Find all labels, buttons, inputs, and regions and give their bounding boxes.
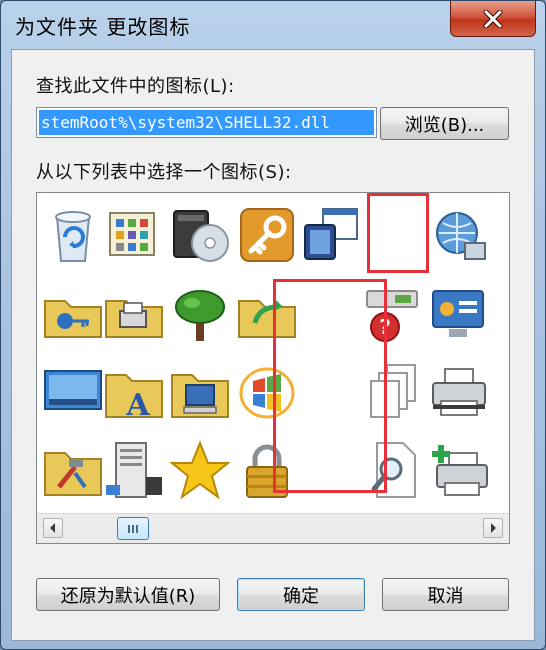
control-panel-icon[interactable] (102, 203, 166, 267)
star-icon[interactable] (168, 439, 232, 503)
fonts-folder-icon[interactable]: A (102, 361, 166, 425)
arrow-left-icon (50, 523, 55, 533)
ok-button[interactable]: 确定 (237, 578, 365, 611)
dialog-window: 为文件夹 更改图标 查找此文件中的图标(L): stemRoot%\system… (0, 0, 546, 650)
scroll-left-button[interactable] (43, 518, 63, 538)
close-icon (483, 9, 503, 28)
monitor-icon[interactable] (41, 361, 105, 425)
dialog-client-area: 查找此文件中的图标(L): stemRoot%\system32\SHELL32… (11, 49, 535, 641)
tree-icon[interactable] (168, 283, 232, 347)
select-icon-label: 从以下列表中选择一个图标(S): (36, 162, 292, 183)
printer-partial-icon[interactable] (491, 439, 509, 503)
control-panel-display-icon[interactable] (427, 283, 491, 347)
browse-button[interactable]: 浏览(B)... (380, 107, 509, 140)
find-icons-label: 查找此文件中的图标(L): (36, 76, 235, 97)
arrow-right-icon (491, 523, 496, 533)
grip-icon (128, 524, 138, 533)
server-icon[interactable] (102, 439, 166, 503)
shared-folder-icon[interactable] (41, 283, 105, 347)
horizontal-scrollbar[interactable] (37, 513, 509, 543)
window-title: 为文件夹 更改图标 (15, 15, 191, 39)
program-window-icon[interactable] (299, 203, 363, 267)
add-printer-icon[interactable] (427, 439, 491, 503)
network-globe-icon[interactable] (427, 203, 491, 267)
close-button[interactable] (450, 1, 536, 37)
printer-partial-icon[interactable] (491, 361, 509, 425)
scroll-right-button[interactable] (483, 518, 503, 538)
printer-partial-icon[interactable] (491, 283, 509, 347)
recycle-bin-icon[interactable] (41, 203, 105, 267)
restore-default-button[interactable]: 还原为默认值(R) (36, 578, 220, 611)
icon-list[interactable]: ? A (36, 192, 510, 544)
svg-text:A: A (125, 388, 150, 423)
key-icon[interactable] (235, 203, 299, 267)
printer-folder-icon[interactable] (102, 283, 166, 347)
printer-icon[interactable] (427, 361, 491, 425)
computer-folder-icon[interactable] (168, 361, 232, 425)
icon-file-path-input[interactable]: stemRoot%\system32\SHELL32.dll (36, 107, 377, 138)
cancel-button[interactable]: 取消 (382, 578, 509, 611)
drive-disc-icon[interactable] (168, 203, 232, 267)
printer-partial-icon[interactable] (491, 203, 509, 267)
highlight-box-top (367, 193, 429, 273)
icon-file-path-text: stemRoot%\system32\SHELL32.dll (39, 110, 374, 135)
tools-folder-icon[interactable] (41, 439, 105, 503)
highlight-box-column (273, 279, 387, 493)
scroll-thumb[interactable] (117, 517, 149, 540)
